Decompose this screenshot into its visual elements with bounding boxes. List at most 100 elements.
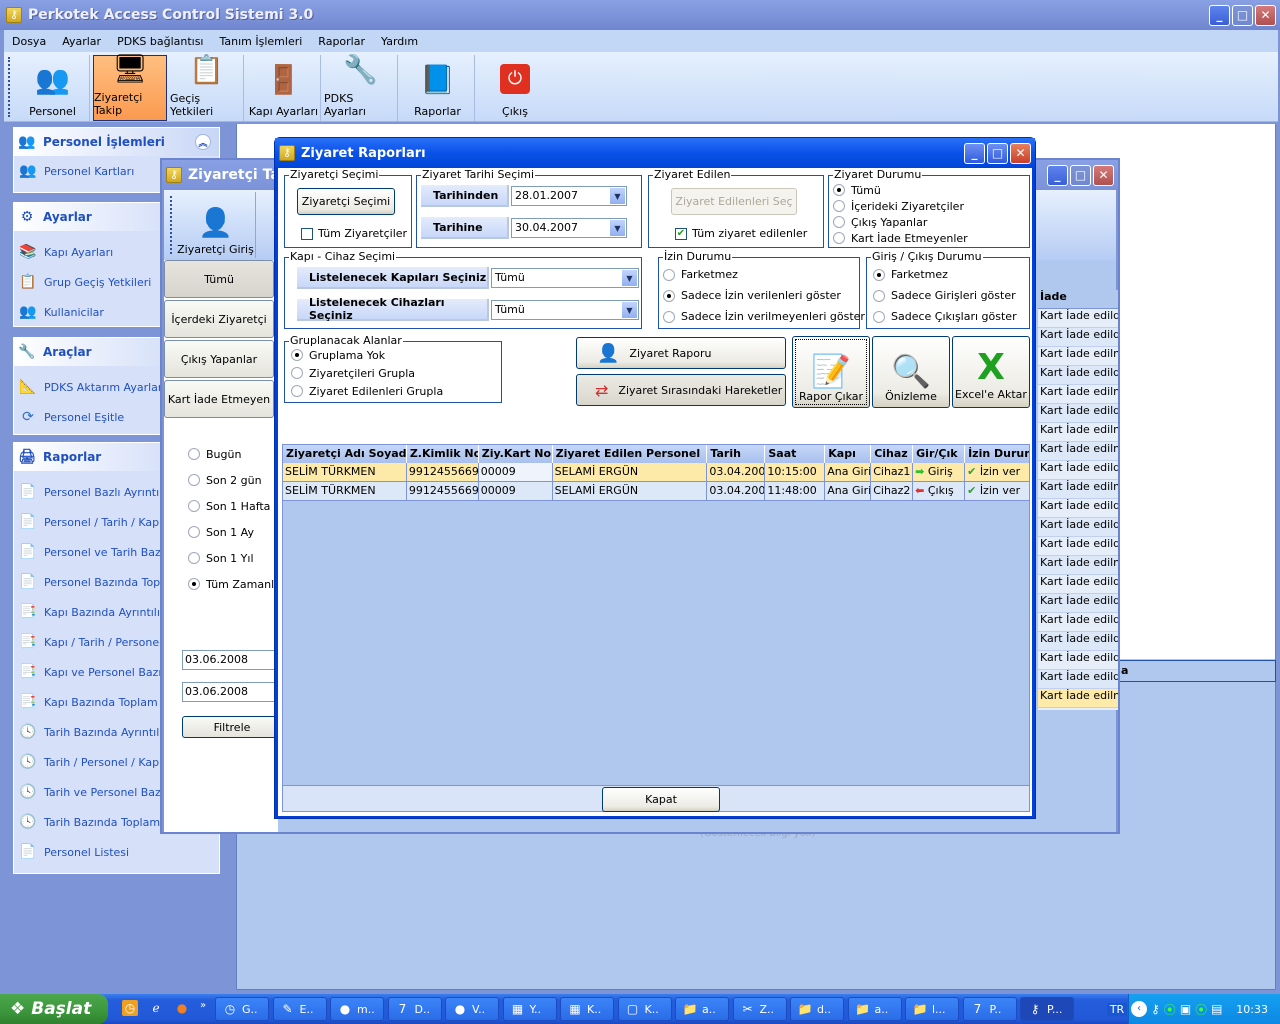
taskbar-task-button[interactable]: 7 D.. — [387, 997, 442, 1021]
taskbar-task-button[interactable]: ● V.. — [445, 997, 499, 1021]
col-ziyaret-edilen[interactable]: Ziyaret Edilen Personel — [553, 445, 708, 463]
traffic-light-icon[interactable]: ⦿ — [1164, 1001, 1176, 1018]
iade-cell[interactable]: Kart İade edilmer — [1038, 385, 1118, 404]
col-saat[interactable]: Saat — [765, 445, 826, 463]
radio-durum-icerideki[interactable]: İçerideki Ziyaretçiler — [833, 198, 968, 214]
panel-header[interactable]: 👥 Personel İşlemleri ︽ — [14, 128, 219, 156]
filter-cikis-yapanlar-button[interactable]: Çıkış Yapanlar — [164, 340, 274, 378]
radio-circle[interactable] — [188, 500, 200, 512]
iade-cell[interactable]: Kart İade edildi — [1038, 575, 1118, 594]
start-button[interactable]: ❖ Başlat — [0, 994, 108, 1024]
toolbar-pdks-ayarlari-button[interactable]: 🔧 PDKS Ayarları — [324, 53, 398, 121]
iade-cell[interactable]: Kart İade edildi — [1038, 632, 1118, 651]
tarihinden-date-picker[interactable]: 28.01.2007 ▼ — [511, 186, 627, 206]
iade-cell[interactable]: Kart İade edildi — [1038, 651, 1118, 670]
toolbar-grip[interactable] — [170, 196, 172, 254]
radio-circle[interactable] — [663, 289, 675, 302]
menu-raporlar[interactable]: Raporlar — [310, 35, 373, 48]
taskbar-task-button[interactable]: ▢ K.. — [617, 997, 672, 1021]
col-cihaz[interactable]: Cihaz — [871, 445, 914, 463]
dropdown-arrow-icon[interactable]: ▼ — [622, 270, 637, 286]
tum-ziyaret-edilenler-checkbox[interactable]: ✔ Tüm ziyaret edilenler — [675, 227, 807, 240]
firefox-icon[interactable]: ● — [174, 1000, 190, 1016]
toolbar-personel-button[interactable]: 👥 Personel — [16, 55, 90, 121]
radio-circle[interactable] — [833, 200, 845, 212]
radio-tum-zamanlar[interactable]: Tüm Zamanlar — [188, 571, 285, 597]
close-button[interactable]: ✕ — [1093, 164, 1114, 186]
radio-circle[interactable] — [873, 289, 885, 302]
radio-son-1-ay[interactable]: Son 1 Ay — [188, 519, 285, 545]
language-indicator[interactable]: TR — [1107, 1002, 1127, 1016]
dropdown-arrow-icon[interactable]: ▼ — [610, 220, 625, 236]
clipboard-tray-icon[interactable]: ▣ — [1180, 1002, 1191, 1016]
toolbar-gecis-yetkileri-button[interactable]: 📋 Geçiş Yetkileri — [170, 53, 244, 121]
menu-tanim-islemleri[interactable]: Tanım İşlemleri — [212, 35, 311, 48]
radio-izin-verilmeyenler[interactable]: Sadece İzin verilmeyenleri göster — [663, 306, 865, 327]
ziyaret-hareketler-button[interactable]: ⇄ Ziyaret Sırasındaki Hareketler — [576, 374, 786, 406]
iade-cell[interactable]: Kart İade edildi — [1038, 670, 1118, 689]
radio-circle[interactable] — [188, 474, 200, 486]
taskbar-task-button[interactable]: ⚷ P... — [1020, 997, 1074, 1021]
toolbar-grip[interactable] — [8, 57, 12, 117]
iade-cell[interactable]: Kart İade edilmer — [1038, 689, 1118, 708]
toolbar-ziyaretci-takip-button[interactable]: 🖥 Ziyaretçi Takip — [93, 52, 167, 121]
kapat-button[interactable]: Kapat — [602, 787, 720, 812]
taskbar-task-button[interactable]: 📁 a.. — [675, 997, 729, 1021]
radio-ziyaretcileri-grupla[interactable]: Ziyaretçileri Grupla — [291, 364, 443, 382]
clock[interactable]: 10:33 — [1236, 1003, 1268, 1016]
radio-circle[interactable] — [873, 268, 885, 281]
taskbar-task-button[interactable]: 📁 d.. — [790, 997, 844, 1021]
table-row[interactable]: SELİM TÜRKMEN 9912455669 00009 SELAMİ ER… — [283, 463, 1029, 482]
radio-circle[interactable] — [833, 232, 845, 244]
iade-cell[interactable]: Kart İade edilmer — [1038, 442, 1118, 461]
date-to-field[interactable]: 03.06.2008 — [182, 682, 282, 702]
checkbox-box[interactable]: ✔ — [675, 227, 687, 240]
radio-son-1-yil[interactable]: Son 1 Yıl — [188, 545, 285, 571]
taskbar-task-button[interactable]: 📁 a.. — [847, 997, 902, 1021]
maximize-button[interactable]: □ — [1070, 164, 1091, 186]
filter-tumu-button[interactable]: Tümü — [164, 260, 274, 298]
iade-cell[interactable]: Kart İade edildi — [1038, 366, 1118, 385]
filter-icerdeki-button[interactable]: İçerdeki Ziyaretçi — [164, 300, 274, 338]
traffic-light-icon[interactable]: ⦿ — [1195, 1001, 1207, 1018]
col-kart-no[interactable]: Ziy.Kart No — [479, 445, 553, 463]
col-kimlik-no[interactable]: Z.Kimlik No — [407, 445, 479, 463]
close-button[interactable]: ✕ — [1255, 4, 1276, 26]
chevron-left-icon[interactable]: ‹ — [1131, 1001, 1147, 1017]
radio-durum-tumu[interactable]: Tümü — [833, 182, 968, 198]
taskbar-task-button[interactable]: 📁 l... — [905, 997, 959, 1021]
taskbar-task-button[interactable]: ✎ E.. — [272, 997, 327, 1021]
taskbar-task-button[interactable]: ◷ G.. — [215, 997, 269, 1021]
sidebar-report-item[interactable]: 📄 Personel Listesi — [14, 837, 219, 867]
menu-ayarlar[interactable]: Ayarlar — [54, 35, 109, 48]
menu-pdks-baglantisi[interactable]: PDKS bağlantısı — [109, 35, 211, 48]
iade-cell[interactable]: Kart İade edilmer — [1038, 480, 1118, 499]
filter-kart-iade-button[interactable]: Kart İade Etmeyen — [164, 380, 274, 418]
radio-circle[interactable] — [663, 310, 675, 323]
taskbar-task-button[interactable]: 7 P.. — [962, 997, 1017, 1021]
radio-circle[interactable] — [291, 367, 303, 379]
radio-circle[interactable] — [188, 552, 200, 564]
iade-cell[interactable]: Kart İade edildi — [1038, 518, 1118, 537]
iade-cell[interactable]: Kart İade edildi — [1038, 309, 1118, 328]
radio-circle[interactable] — [188, 578, 200, 590]
collapse-icon[interactable]: ︽ — [195, 134, 211, 150]
chevron-right-icon[interactable]: » — [200, 1000, 206, 1016]
onizleme-button[interactable]: 🔍 Önizleme — [872, 336, 950, 408]
excel-aktar-button[interactable]: X Excel'e Aktar — [952, 336, 1030, 408]
ziyaret-raporu-button[interactable]: 👤 Ziyaret Raporu — [576, 337, 786, 369]
iade-cell[interactable]: Kart İade edildi — [1038, 499, 1118, 518]
iade-cell[interactable]: Kart İade edilmer — [1038, 347, 1118, 366]
radio-circle[interactable] — [833, 216, 845, 228]
menu-dosya[interactable]: Dosya — [4, 35, 54, 48]
taskbar-task-button[interactable]: ✂ Z.. — [732, 997, 787, 1021]
radio-circle[interactable] — [291, 385, 303, 397]
col-tarih[interactable]: Tarih — [707, 445, 766, 463]
radio-circle[interactable] — [873, 310, 885, 323]
radio-gruplama-yok[interactable]: Gruplama Yok — [291, 346, 443, 364]
radio-izin-verilenler[interactable]: Sadece İzin verilenleri göster — [663, 285, 865, 306]
toolbar-raporlar-button[interactable]: 📘 Raporlar — [401, 55, 475, 121]
taskbar-task-button[interactable]: ▦ Y.. — [502, 997, 557, 1021]
key-tray-icon[interactable]: ⚷ — [1151, 1002, 1160, 1016]
minimize-button[interactable]: _ — [1047, 164, 1068, 186]
